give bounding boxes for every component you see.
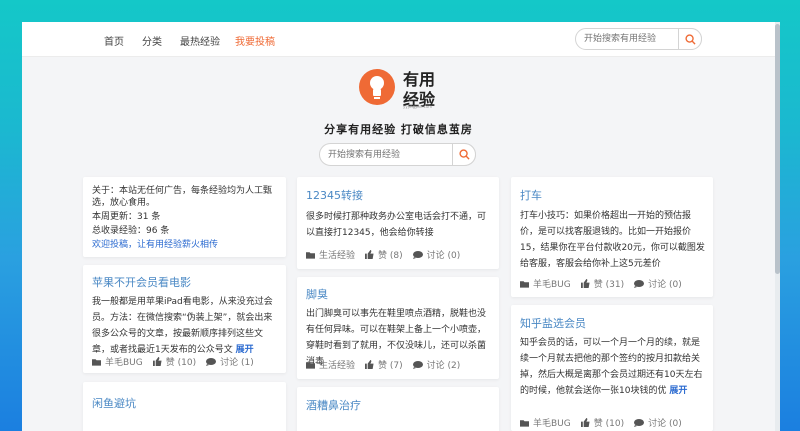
card-title[interactable]: 知乎盐选会员 [520, 315, 586, 331]
folder-icon [306, 251, 315, 259]
experience-card: 打车 打车小技巧：如果价格超出一开始的预估报价，是可以找客服退钱的。比如一开始报… [511, 177, 713, 297]
search-icon [458, 149, 470, 160]
card-comments[interactable]: 讨论 (2) [412, 358, 461, 371]
card-category[interactable]: 羊毛BUG [520, 277, 571, 290]
card-body: 很多时候打那种政务办公室电话会打不通，可以直接打12345，他会给你转接 [306, 212, 487, 238]
card-meta: 羊毛BUG 赞 (31) 讨论 (0) [520, 277, 692, 290]
card-category[interactable]: 生活经验 [306, 358, 355, 371]
card-meta: 生活经验 赞 (8) 讨论 (0) [306, 248, 470, 261]
site-logo[interactable]: 有用 经验 yyjingyan.com [358, 64, 468, 110]
card-category[interactable]: 羊毛BUG [92, 355, 143, 368]
thumbs-up-icon [365, 360, 374, 369]
category-label: 羊毛BUG [533, 419, 571, 429]
card-body: 打车小技巧：如果价格超出一开始的预估报价，是可以找客服退钱的。比如一开始报价15… [520, 211, 705, 269]
comment-icon [634, 279, 645, 288]
comment-count: 讨论 (0) [648, 419, 682, 429]
like-count: 赞 (10) [165, 358, 197, 368]
card-title[interactable]: 酒糟鼻治疗 [306, 397, 361, 413]
folder-icon [92, 358, 101, 366]
card-text: 知乎会员的话，可以一个月一个月的续，就是续一个月就去把他的那个签约的按月扣款给关… [520, 335, 706, 399]
card-meta: 羊毛BUG 赞 (10) 讨论 (0) [520, 416, 692, 429]
comment-count: 讨论 (0) [648, 280, 682, 290]
thumbs-up-icon [580, 279, 590, 288]
card-title[interactable]: 脚臭 [306, 286, 328, 302]
card-title[interactable]: 苹果不开会员看电影 [92, 274, 191, 290]
comment-count: 讨论 (0) [426, 251, 461, 261]
expand-link[interactable]: 展开 [669, 386, 687, 396]
thumbs-up-icon [152, 357, 162, 366]
scrollbar-thumb[interactable] [775, 24, 780, 274]
card-comments[interactable]: 讨论 (0) [634, 416, 682, 429]
card-comments[interactable]: 讨论 (0) [634, 277, 682, 290]
category-label: 羊毛BUG [105, 358, 143, 368]
folder-icon [520, 280, 529, 288]
hero-search [319, 143, 476, 166]
experience-card: 知乎盐选会员 知乎会员的话，可以一个月一个月的续，就是续一个月就去把他的那个签约… [511, 305, 713, 431]
vertical-scrollbar[interactable] [775, 22, 780, 431]
logo-domain: yyjingyan.com [403, 104, 433, 109]
site-tagline: 分享有用经验 打破信息茧房 [324, 123, 473, 136]
thumbs-up-icon [365, 250, 374, 259]
card-like[interactable]: 赞 (31) [580, 277, 625, 290]
card-meta: 羊毛BUG 赞 (10) 讨论 (1) [92, 355, 264, 368]
card-meta: 生活经验 赞 (7) 讨论 (2) [306, 358, 470, 371]
category-label: 生活经验 [319, 361, 356, 371]
thumbs-up-icon [580, 418, 590, 427]
card-like[interactable]: 赞 (10) [580, 416, 625, 429]
nav-submit[interactable]: 我要投稿 [235, 33, 275, 48]
nav-categories[interactable]: 分类 [142, 33, 162, 48]
nav-home[interactable]: 首页 [104, 33, 124, 48]
like-count: 赞 (10) [593, 419, 625, 429]
card-text: 我一般都是用苹果iPad看电影，从来没充过会员。方法：在微信搜索“伪装上架”，就… [92, 294, 280, 358]
search-icon [684, 33, 696, 45]
nav-hot[interactable]: 最热经验 [180, 33, 220, 48]
hero-search-input[interactable] [328, 149, 438, 161]
info-weekly-updates: 本周更新：31 条 [92, 212, 161, 222]
experience-card: 闲鱼避坑 [83, 382, 286, 431]
experience-card: 酒糟鼻治疗 [297, 387, 499, 431]
top-navbar: 首页 分类 最热经验 我要投稿 [22, 22, 775, 57]
card-title[interactable]: 打车 [520, 187, 542, 203]
browser-viewport: 首页 分类 最热经验 我要投稿 有用 经验 yyjingyan.com 分享有用… [22, 22, 775, 431]
experience-card: 苹果不开会员看电影 我一般都是用苹果iPad看电影，从来没充过会员。方法：在微信… [83, 265, 286, 373]
card-like[interactable]: 赞 (8) [365, 248, 403, 261]
top-search-button[interactable] [678, 28, 702, 50]
card-title[interactable]: 12345转接 [306, 187, 363, 203]
comment-icon [634, 418, 645, 427]
card-comments[interactable]: 讨论 (1) [206, 355, 254, 368]
top-search-input[interactable] [584, 33, 672, 45]
folder-icon [520, 419, 529, 427]
category-label: 生活经验 [319, 251, 356, 261]
card-category[interactable]: 生活经验 [306, 248, 355, 261]
comment-count: 讨论 (1) [220, 358, 254, 368]
comment-icon [206, 357, 217, 366]
like-count: 赞 (8) [378, 251, 403, 261]
top-search [575, 28, 702, 50]
comment-icon [412, 250, 423, 259]
like-count: 赞 (7) [378, 361, 403, 371]
expand-link[interactable]: 展开 [236, 345, 254, 355]
card-category[interactable]: 羊毛BUG [520, 416, 571, 429]
hero-search-button[interactable] [452, 143, 476, 166]
site-info-card: 关于：本站无任何广告，每条经验均为人工甄选，放心食用。 本周更新：31 条 总收… [83, 177, 286, 257]
card-like[interactable]: 赞 (10) [152, 355, 197, 368]
info-about: 关于：本站无任何广告，每条经验均为人工甄选，放心食用。 [92, 186, 273, 208]
comment-count: 讨论 (2) [426, 361, 461, 371]
category-label: 羊毛BUG [533, 280, 571, 290]
info-total: 总收录经验：96 条 [92, 226, 170, 236]
info-submit-link[interactable]: 欢迎投稿，让有用经验薪火相传 [92, 239, 280, 251]
card-like[interactable]: 赞 (7) [365, 358, 403, 371]
card-comments[interactable]: 讨论 (0) [412, 248, 461, 261]
comment-icon [412, 360, 423, 369]
like-count: 赞 (31) [593, 280, 625, 290]
experience-card: 脚臭 出门脚臭可以事先在鞋里喷点酒精，脱鞋也没有任何异味。可以在鞋架上备上一个小… [297, 277, 499, 379]
experience-card: 12345转接 很多时候打那种政务办公室电话会打不通，可以直接打12345，他会… [297, 177, 499, 269]
card-title[interactable]: 闲鱼避坑 [92, 395, 136, 411]
folder-icon [306, 361, 315, 369]
